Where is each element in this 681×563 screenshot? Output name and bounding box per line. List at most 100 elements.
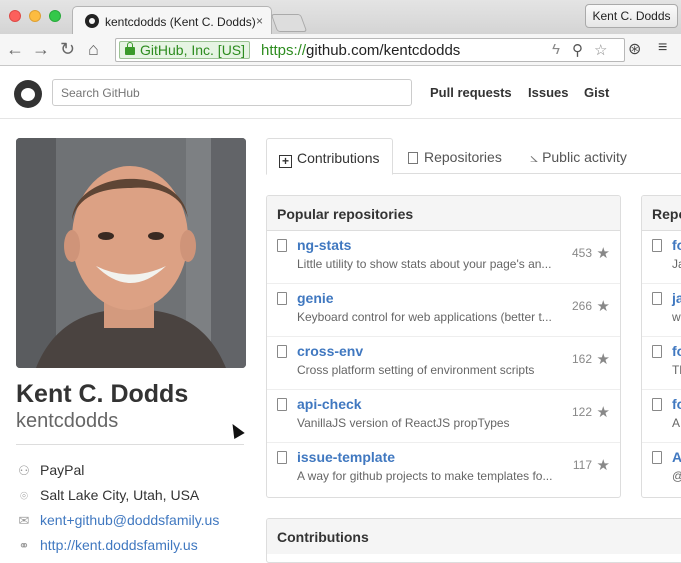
address-bar[interactable]: GitHub, Inc. [US] https://github.com/ken… <box>115 38 625 62</box>
location-icon: ⌾ <box>20 488 28 503</box>
repo-name-link[interactable]: ng-stats <box>297 237 351 253</box>
nav-issues[interactable]: Issues <box>528 85 568 100</box>
close-window-button[interactable] <box>9 10 21 22</box>
minimize-window-button[interactable] <box>29 10 41 22</box>
mouse-cursor <box>227 420 245 440</box>
list-item[interactable]: fo Ja <box>642 231 681 284</box>
search-input[interactable] <box>52 79 412 106</box>
new-tab-button[interactable] <box>270 14 308 32</box>
repo-description: Cross platform setting of environment sc… <box>297 363 535 377</box>
link-icon: ⚭ <box>18 538 30 553</box>
repo-description: @ <box>672 469 681 483</box>
menu-icon[interactable]: ≡ <box>658 39 667 57</box>
contributions-box: Contributions <box>266 518 681 563</box>
list-item[interactable]: api-check VanillaJS version of ReactJS p… <box>267 390 620 443</box>
profile-tabs: + Contributions Repositories ⦣ Public acti… <box>266 138 681 175</box>
star-count: 453 <box>571 246 592 260</box>
nav-gist[interactable]: Gist <box>584 85 609 100</box>
organization-icon: ⚇ <box>18 463 30 478</box>
lock-icon <box>125 42 135 55</box>
repo-icon <box>652 451 662 464</box>
github-favicon-icon <box>85 14 99 28</box>
search-icon[interactable]: ⚲ <box>572 41 583 59</box>
browser-titlebar: kentcdodds (Kent C. Dodds) × Kent C. Dod… <box>0 0 681 35</box>
location-label: Salt Lake City, Utah, USA <box>40 487 200 503</box>
star-icon: ★ <box>596 404 610 421</box>
tab-repositories[interactable]: Repositories <box>396 138 514 175</box>
zoom-window-button[interactable] <box>49 10 61 22</box>
repo-icon <box>652 398 662 411</box>
forward-button[interactable]: → <box>32 39 50 59</box>
profile-button[interactable]: Kent C. Dodds <box>585 4 678 28</box>
repo-icon <box>277 239 287 252</box>
tab-label: Contributions <box>297 150 380 166</box>
repo-description: Ja <box>672 257 681 271</box>
tab-label: Repositories <box>424 149 502 165</box>
star-count: 117 <box>572 458 592 472</box>
repo-description: Th <box>672 363 681 377</box>
profile-username: kentcdodds <box>16 410 119 432</box>
profile-location: ⌾ Salt Lake City, Utah, USA <box>16 487 199 504</box>
tab-public-activity[interactable]: ⦣ Public activity <box>518 138 639 175</box>
back-button[interactable]: ← <box>6 39 24 59</box>
website-link[interactable]: http://kent.doddsfamily.us <box>40 537 198 553</box>
browser-tab[interactable]: kentcdodds (Kent C. Dodds) × <box>72 6 272 35</box>
repo-description: wl <box>672 310 681 324</box>
tab-close-icon[interactable]: × <box>256 14 263 28</box>
repo-name-link[interactable]: ja <box>672 290 681 306</box>
tab-contributions[interactable]: + Contributions <box>266 138 393 175</box>
repo-icon <box>652 292 662 305</box>
profile-email: ✉ kent+github@doddsfamily.us <box>16 512 220 529</box>
home-button[interactable]: ⌂ <box>88 39 99 59</box>
repo-description: Little utility to show stats about your … <box>297 257 552 271</box>
repo-name-link[interactable]: genie <box>297 290 334 306</box>
contributed-repos-title: Repo <box>642 196 681 231</box>
repo-description: A way for github projects to make templa… <box>297 469 553 483</box>
list-item[interactable]: genie Keyboard control for web applicati… <box>267 284 620 337</box>
ev-label: GitHub, Inc. [US] <box>140 42 246 58</box>
url-text[interactable]: https://github.com/kentcdodds <box>261 41 460 61</box>
company-label: PayPal <box>40 462 85 478</box>
list-item[interactable]: ng-stats Little utility to show stats ab… <box>267 231 620 284</box>
star-count: 162 <box>571 352 592 366</box>
popular-repos-title: Popular repositories <box>267 196 620 231</box>
rss-icon: ⦣ <box>530 149 539 165</box>
repo-name-link[interactable]: A <box>672 449 681 465</box>
tab-title: kentcdodds (Kent C. Dodds) <box>105 15 256 29</box>
repo-icon <box>652 239 662 252</box>
repo-name-link[interactable]: fo <box>672 237 681 253</box>
bookmark-star-icon[interactable]: ☆ <box>594 41 607 59</box>
mail-icon: ✉ <box>18 513 30 528</box>
list-item[interactable]: cross-env Cross platform setting of envi… <box>267 337 620 390</box>
popular-repositories: Popular repositories ng-stats Little uti… <box>266 195 621 498</box>
repo-name-link[interactable]: issue-template <box>297 449 395 465</box>
reload-button[interactable]: ↻ <box>60 39 75 59</box>
extension-icon[interactable]: ⊛ <box>628 39 641 59</box>
repo-icon <box>408 152 418 164</box>
repo-name-link[interactable]: cross-env <box>297 343 363 359</box>
contributions-title: Contributions <box>267 519 681 554</box>
email-link[interactable]: kent+github@doddsfamily.us <box>40 512 219 528</box>
list-item[interactable]: ja wl <box>642 284 681 337</box>
list-item[interactable]: A @ <box>642 443 681 496</box>
nav-pull-requests[interactable]: Pull requests <box>430 85 512 100</box>
tab-label: Public activity <box>542 149 627 165</box>
ev-certificate-badge[interactable]: GitHub, Inc. [US] <box>119 41 251 59</box>
bolt-icon[interactable]: ϟ <box>552 41 560 58</box>
star-icon: ★ <box>596 351 610 368</box>
list-item[interactable]: fo A <box>642 390 681 443</box>
repo-icon <box>277 398 287 411</box>
avatar[interactable] <box>16 138 246 368</box>
repo-description: A <box>672 416 681 430</box>
repo-icon <box>277 292 287 305</box>
repo-description: VanillaJS version of ReactJS propTypes <box>297 416 510 430</box>
repo-name-link[interactable]: fo <box>672 396 681 412</box>
profile-company: ⚇ PayPal <box>16 462 84 479</box>
repo-name-link[interactable]: fo <box>672 343 681 359</box>
repo-icon <box>277 451 287 464</box>
list-item[interactable]: fo Th <box>642 337 681 390</box>
profile-website: ⚭ http://kent.doddsfamily.us <box>16 537 198 554</box>
github-logo-icon[interactable] <box>14 80 42 108</box>
list-item[interactable]: issue-template A way for github projects… <box>267 443 620 496</box>
repo-name-link[interactable]: api-check <box>297 396 362 412</box>
